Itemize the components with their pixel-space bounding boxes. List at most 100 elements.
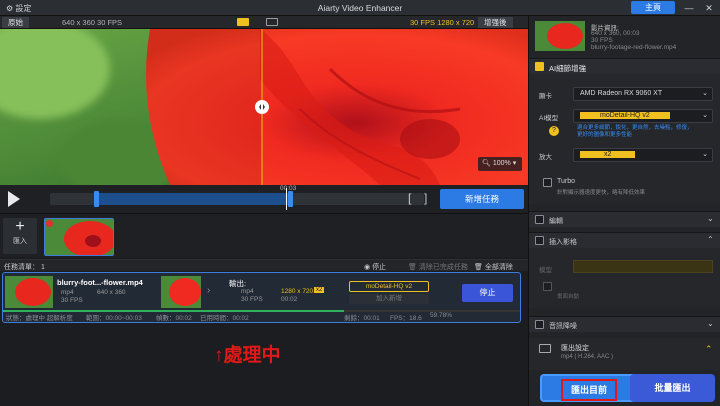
thumbnail-image bbox=[45, 219, 113, 255]
model-label: AI模型 bbox=[539, 115, 559, 122]
chevron-down-icon: ⌄ bbox=[702, 112, 708, 119]
zoom-value: 100% bbox=[492, 160, 511, 167]
mark-out-button[interactable]: ] bbox=[424, 191, 427, 205]
task-stop-button[interactable]: 停止 bbox=[462, 284, 513, 302]
status-state: 狀態：處理中 超解析度 bbox=[6, 315, 73, 322]
model-dropdown[interactable]: moDetail-HQ v2 ⌄ bbox=[573, 109, 713, 123]
task-filename: blurry-foot...-flower.mp4 bbox=[57, 278, 143, 287]
enhanced-tab[interactable]: 增强後 bbox=[478, 17, 513, 28]
help-icon[interactable]: ? bbox=[549, 126, 559, 136]
clip-thumbnail[interactable] bbox=[44, 218, 114, 256]
task-out-time: 00:02 bbox=[281, 296, 298, 303]
interp-label: 插入影格 bbox=[549, 239, 577, 246]
info-thumbnail bbox=[535, 21, 585, 51]
range-start-handle[interactable] bbox=[94, 191, 99, 207]
status-fps: FPS：18.6 bbox=[390, 315, 422, 322]
queue-title: 任務清單： bbox=[4, 264, 39, 271]
task-in-fps: 30 FPS bbox=[61, 297, 83, 304]
interp-section-header[interactable]: 插入影格 ⌃ bbox=[529, 232, 720, 248]
play-icon[interactable] bbox=[8, 191, 20, 207]
task-input-thumbnail bbox=[5, 276, 53, 308]
playhead[interactable] bbox=[286, 188, 287, 210]
turbo-label: Turbo bbox=[557, 178, 576, 185]
arrow-right-icon: › bbox=[207, 285, 211, 296]
processing-annotation: ↑處理中 bbox=[214, 345, 281, 366]
turbo-checkbox[interactable] bbox=[543, 178, 552, 187]
selected-range bbox=[96, 193, 292, 205]
export-current-button[interactable]: 匯出目前 bbox=[540, 374, 638, 402]
gpu-label: 顯卡 bbox=[539, 93, 552, 100]
video-preview[interactable]: 🔍︎ 100% ▾ bbox=[0, 29, 528, 185]
task-out-res: 1280 x 720 bbox=[281, 288, 314, 295]
interp-checkbox[interactable] bbox=[535, 236, 544, 245]
original-tab[interactable]: 原始 bbox=[2, 17, 29, 28]
ai-section-body: 顯卡 AMD Radeon RX 9060 XT ⌄ AI模型 moDetail-… bbox=[529, 74, 720, 204]
status-bar: 狀態：處理中 超解析度 範圍：00:00~00:03 幀數：00:02 已用時間… bbox=[2, 311, 521, 322]
queue-label: 任務清單： 1 bbox=[4, 262, 45, 272]
collapse-icon[interactable]: ⌃ bbox=[705, 344, 713, 355]
interp-option-checkbox[interactable] bbox=[543, 282, 552, 291]
clip-strip: + 匯入 bbox=[0, 213, 528, 257]
noise-checkbox[interactable] bbox=[535, 320, 544, 329]
side-by-side-icon[interactable] bbox=[266, 18, 278, 26]
zoom-control[interactable]: 🔍︎ 100% ▾ bbox=[478, 157, 522, 171]
model-value: moDetail-HQ v2 bbox=[580, 112, 670, 119]
queue-stop-label: 停止 bbox=[372, 264, 387, 271]
export-current-label: 匯出目前 bbox=[560, 379, 617, 401]
queue-stop-button[interactable]: ◉ 停止 bbox=[364, 262, 386, 272]
edit-label: 編輯 bbox=[549, 218, 563, 225]
ai-section-header[interactable]: AI細節增強 bbox=[529, 58, 720, 74]
export-description: mp4 ( H.264, AAC ) bbox=[561, 354, 614, 360]
info-file: blurry-footage-red-flower.mp4 bbox=[591, 44, 677, 51]
interp-model-label: 模型 bbox=[539, 267, 552, 274]
app-title: Aiarty Video Enhancer bbox=[317, 3, 403, 13]
interp-chevron-icon[interactable]: ⌃ bbox=[707, 235, 714, 244]
enhanced-info: 30 FPS 1280 x 720 bbox=[410, 18, 475, 27]
export-settings[interactable]: 匯出設定 mp4 ( H.264, AAC ) ⌃ bbox=[529, 338, 720, 370]
title-bar: ⚙ 設定 Aiarty Video Enhancer 主頁 — ✕ bbox=[0, 0, 720, 16]
add-preset-button[interactable]: 加入新增 bbox=[349, 294, 429, 304]
status-range: 範圍：00:00~00:03 bbox=[86, 315, 142, 322]
scale-label: 放大 bbox=[539, 154, 552, 161]
gpu-dropdown[interactable]: AMD Radeon RX 9060 XT ⌄ bbox=[573, 87, 713, 101]
noise-chevron-icon[interactable]: ⌄ bbox=[707, 319, 714, 328]
edit-section-header[interactable]: 編輯 ⌄ bbox=[529, 211, 720, 227]
ai-section-title: AI細節增強 bbox=[549, 64, 587, 73]
info-res: 640 x 360, 00:03 bbox=[591, 30, 640, 37]
timeline[interactable] bbox=[50, 188, 424, 210]
range-end-handle[interactable] bbox=[288, 191, 293, 207]
task-in-format: mp4 bbox=[61, 289, 74, 296]
queue-header: 任務清單： 1 ◉ 停止 🗑︎ 清除已完成任務 🗑︎ 全部清除 bbox=[0, 259, 528, 271]
flower-frame bbox=[0, 29, 528, 185]
playback-bar: 00:03 [ ] 新增任務 bbox=[0, 185, 528, 213]
clear-done-button[interactable]: 🗑︎ 清除已完成任務 bbox=[408, 262, 468, 272]
monitor-icon bbox=[539, 344, 551, 353]
clear-all-button[interactable]: 🗑︎ 全部清除 bbox=[474, 262, 513, 272]
home-button[interactable]: 主頁 bbox=[631, 1, 675, 14]
interp-model-dropdown[interactable] bbox=[573, 260, 713, 273]
status-percent: 59.78% bbox=[430, 312, 453, 319]
task-model-tag[interactable]: moDetail-HQ v2 bbox=[349, 281, 429, 292]
batch-export-button[interactable]: 批量匯出 bbox=[630, 374, 715, 402]
preview-header: 原始 640 x 360 30 FPS 30 FPS 1280 x 720 增强… bbox=[0, 16, 528, 29]
scale-dropdown[interactable]: x2 ⌄ bbox=[573, 148, 713, 162]
split-view-icon[interactable] bbox=[237, 18, 249, 26]
minimize-button[interactable]: — bbox=[678, 2, 700, 14]
scale-value: x2 bbox=[580, 151, 636, 158]
settings-sidebar: 影片資訊: 640 x 360, 00:03 30 FPS blurry-foo… bbox=[528, 16, 720, 406]
new-task-button[interactable]: 新增任務 bbox=[440, 189, 524, 209]
chevron-down-icon: ⌄ bbox=[702, 90, 708, 97]
model-description: 適合更多細節，銳化，更自然，去噪點，修復，更好的圖像和更多性能 bbox=[577, 125, 693, 138]
edit-checkbox[interactable] bbox=[535, 215, 544, 224]
interp-description: 畫面自動 bbox=[557, 294, 580, 300]
close-button[interactable]: ✕ bbox=[698, 2, 720, 14]
mark-in-button[interactable]: [ bbox=[408, 191, 411, 205]
queue-count: 1 bbox=[40, 264, 45, 271]
zoom-icon: 🔍︎ bbox=[482, 160, 491, 167]
edit-chevron-icon[interactable]: ⌄ bbox=[707, 214, 714, 223]
import-button[interactable]: + 匯入 bbox=[3, 218, 37, 254]
info-fps: 30 FPS bbox=[591, 37, 613, 44]
ai-enable-checkbox[interactable] bbox=[535, 62, 544, 71]
import-label: 匯入 bbox=[13, 238, 27, 245]
noise-section-header[interactable]: 音訊降噪 ⌄ bbox=[529, 316, 720, 332]
